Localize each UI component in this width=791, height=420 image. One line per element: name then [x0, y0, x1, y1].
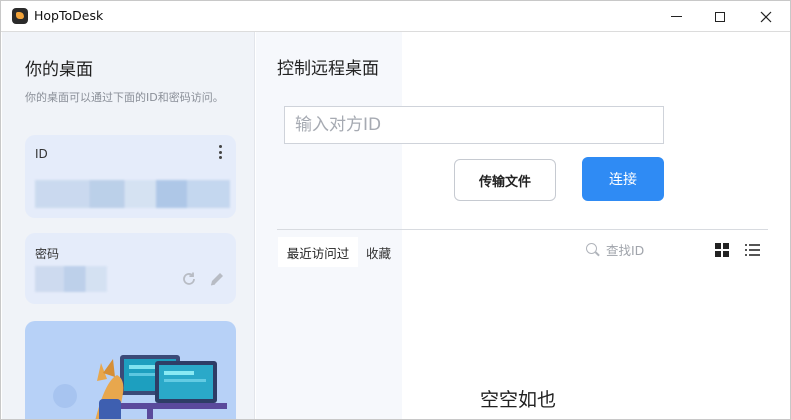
app-window: HopToDesk 你的桌面 你的桌面可以通过下面的ID和密码访问。 ID 密码: [0, 0, 791, 420]
minimize-icon: [670, 16, 682, 17]
window-title: HopToDesk: [34, 8, 104, 23]
tab-favorites[interactable]: 收藏: [366, 237, 391, 267]
list-view-icon[interactable]: [745, 244, 760, 256]
search-icon: [586, 243, 600, 257]
kangaroo-at-desk-illustration: [53, 355, 227, 419]
maximize-button[interactable]: [697, 1, 743, 32]
password-label: 密码: [35, 247, 60, 261]
refresh-password-icon[interactable]: [181, 271, 197, 287]
main-panel: 控制远程桌面 传输文件 连接 最近访问过 收藏 空空如也: [256, 32, 790, 419]
sidebar: 你的桌面 你的桌面可以通过下面的ID和密码访问。 ID 密码: [2, 32, 255, 419]
empty-state-message: 空空如也: [480, 389, 557, 411]
remote-control-heading: 控制远程桌面: [277, 59, 379, 79]
minimize-button[interactable]: [653, 1, 699, 32]
close-button[interactable]: [743, 1, 789, 32]
sidebar-description: 你的桌面可以通过下面的ID和密码访问。: [25, 91, 224, 104]
edit-password-icon[interactable]: [208, 270, 226, 288]
close-icon: [760, 11, 772, 22]
search-box: [586, 240, 696, 260]
remote-id-input[interactable]: [284, 106, 664, 144]
more-options-icon[interactable]: [218, 145, 222, 159]
sidebar-heading: 你的桌面: [25, 60, 93, 80]
id-label: ID: [35, 147, 48, 161]
promo-illustration: [25, 321, 236, 419]
title-bar: HopToDesk: [1, 1, 790, 32]
main-panel-shade: [256, 32, 402, 419]
section-divider: [277, 229, 768, 230]
connect-button[interactable]: 连接: [582, 157, 664, 201]
app-logo-icon: [12, 8, 28, 24]
id-value-obscured: [35, 180, 230, 208]
id-card: ID: [25, 135, 236, 218]
maximize-icon: [715, 11, 725, 22]
search-input[interactable]: [606, 242, 696, 258]
password-card: 密码: [25, 233, 236, 304]
tab-recent[interactable]: 最近访问过: [278, 237, 358, 267]
grid-view-icon[interactable]: [715, 243, 729, 257]
transfer-file-button[interactable]: 传输文件: [454, 159, 556, 201]
password-value-obscured: [35, 266, 107, 292]
